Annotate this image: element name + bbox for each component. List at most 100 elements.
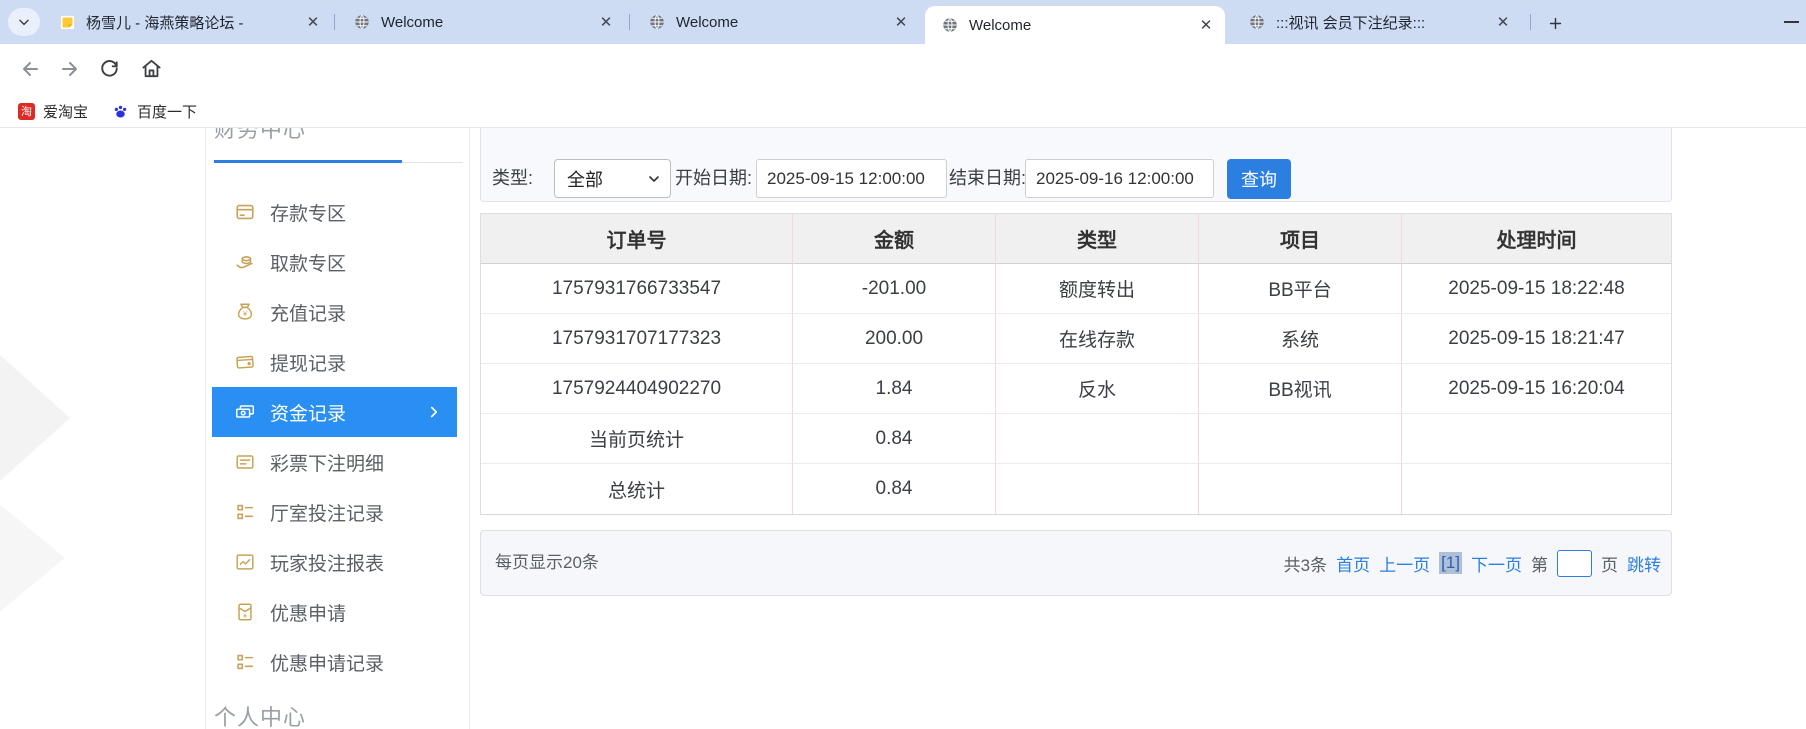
- svg-text:¥: ¥: [243, 613, 247, 620]
- sidebar-item-player-bet-report[interactable]: 玩家投注报表: [212, 537, 457, 587]
- chart-icon: [234, 551, 256, 573]
- search-button[interactable]: 查询: [1227, 159, 1291, 199]
- sidebar-item-promo-apply-record[interactable]: 优惠申请记录: [212, 637, 457, 687]
- sidebar-item-label: 彩票下注明细: [270, 453, 385, 475]
- banknotes-icon: [234, 401, 256, 423]
- tab-close-icon[interactable]: ✕: [1494, 13, 1512, 31]
- cell-project: BB平台: [1199, 264, 1402, 314]
- wallet-icon: [234, 351, 256, 373]
- cell-process-time: 2025-09-15 16:20:04: [1402, 364, 1671, 414]
- sidebar-menu: 存款专区 取款专区 ¥ 充值记录 提现记录 资金记录 彩票下注明细 厅室投注记录…: [212, 187, 457, 687]
- first-page-link[interactable]: 首页: [1336, 551, 1370, 576]
- tab-close-icon[interactable]: ✕: [597, 13, 615, 31]
- ticket-icon: [234, 451, 256, 473]
- sidebar-item-recharge-record[interactable]: ¥ 充值记录: [212, 287, 457, 337]
- hand-coins-icon: [234, 251, 256, 273]
- tab-welcome-1[interactable]: Welcome ✕: [337, 0, 625, 44]
- chevron-down-icon: [16, 14, 32, 30]
- main-panel: 类型: 全部 开始日期: 结束日期: 查询 订单号 金额 类型 项目 处理时间: [480, 128, 1672, 729]
- cell-empty: [1402, 464, 1671, 514]
- filter-bar: 类型: 全部 开始日期: 结束日期: 查询: [480, 128, 1672, 202]
- bookmarks-bar: 淘 爱淘宝 百度一下: [0, 94, 1806, 128]
- sidebar-item-withdrawal-record[interactable]: 提现记录: [212, 337, 457, 387]
- page-content: 财务中心 存款专区 取款专区 ¥ 充值记录 提现记录 资金记录 彩票下注明细 厅…: [0, 128, 1806, 729]
- per-page-label: 每页显示20条: [495, 553, 599, 572]
- tab-search-button[interactable]: [8, 8, 40, 36]
- sidebar-item-label: 优惠申请记录: [270, 653, 385, 675]
- tab-close-icon[interactable]: ✕: [892, 13, 910, 31]
- tab-divider: [629, 14, 630, 30]
- forward-icon[interactable]: [58, 57, 82, 81]
- jump-link[interactable]: 跳转: [1627, 551, 1661, 576]
- sidebar-item-withdraw-zone[interactable]: 取款专区: [212, 237, 457, 287]
- tab-close-icon[interactable]: ✕: [304, 13, 322, 31]
- table-row-total-summary: 总统计 0.84: [481, 464, 1671, 514]
- table-row: 1757931707177323 200.00 在线存款 系统 2025-09-…: [481, 314, 1671, 364]
- cell-amount: 0.84: [793, 414, 996, 464]
- cell-order-no: 1757931707177323: [481, 314, 793, 364]
- bookmark-baidu[interactable]: 百度一下: [106, 98, 203, 124]
- home-icon[interactable]: [140, 57, 164, 81]
- tab-forum[interactable]: 杨雪儿 - 海燕策略论坛 - ✕: [42, 0, 332, 44]
- cell-type: 在线存款: [996, 314, 1199, 364]
- watermark-triangle: [0, 488, 65, 628]
- sidebar-item-label: 厅室投注记录: [270, 503, 385, 525]
- chevron-down-icon: [646, 171, 662, 187]
- cell-process-time: 2025-09-15 18:21:47: [1402, 314, 1671, 364]
- globe-favicon-icon: [941, 16, 959, 34]
- next-page-link[interactable]: 下一页: [1471, 551, 1522, 576]
- money-bag-icon: ¥: [234, 301, 256, 323]
- new-tab-button[interactable]: [1542, 10, 1568, 36]
- minimize-button[interactable]: [1784, 21, 1799, 23]
- page-jump-input[interactable]: [1557, 549, 1592, 577]
- sidebar-item-deposit-zone[interactable]: 存款专区: [212, 187, 457, 237]
- total-count-label: 共3条: [1283, 555, 1328, 575]
- sidebar-item-hall-bet-record[interactable]: 厅室投注记录: [212, 487, 457, 537]
- cell-amount: -201.00: [793, 264, 996, 314]
- sidebar-item-label: 资金记录: [270, 403, 347, 425]
- globe-favicon-icon: [1248, 13, 1266, 31]
- tab-welcome-active[interactable]: Welcome ✕: [925, 6, 1225, 44]
- tab-betting-record[interactable]: :::视讯 会员下注纪录::: ✕: [1232, 0, 1522, 44]
- end-date-input[interactable]: [1025, 159, 1214, 198]
- list-icon: [234, 501, 256, 523]
- baidu-paw-icon: [112, 103, 129, 120]
- document-favicon-icon: [58, 13, 76, 31]
- pagination-bar: 每页显示20条 共3条 首页 上一页 [1] 下一页 第 页 跳转: [480, 530, 1672, 596]
- browser-window: 杨雪儿 - 海燕策略论坛 - ✕ Welcome ✕ Welcome ✕ Wel…: [0, 0, 1806, 729]
- browser-toolbar: js13.cc/hhcp/usercenter.html?iniType=6: [0, 44, 1806, 132]
- prev-page-link[interactable]: 上一页: [1379, 551, 1430, 576]
- active-section-underline: [214, 160, 402, 163]
- sidebar-item-funds-record[interactable]: 资金记录: [212, 387, 457, 437]
- tab-title: Welcome: [381, 13, 444, 31]
- tab-welcome-2[interactable]: Welcome ✕: [632, 0, 920, 44]
- tab-close-icon[interactable]: ✕: [1197, 16, 1215, 34]
- sidebar-item-lottery-bet-detail[interactable]: 彩票下注明细: [212, 437, 457, 487]
- pager: 共3条 首页 上一页 [1] 下一页 第 页 跳转: [1284, 531, 1661, 595]
- col-header-process-time: 处理时间: [1402, 214, 1671, 264]
- tab-title: Welcome: [969, 16, 1032, 34]
- sidebar-item-promo-apply[interactable]: ¥ 优惠申请: [212, 587, 457, 637]
- table-row: 1757924404902270 1.84 反水 BB视讯 2025-09-15…: [481, 364, 1671, 414]
- sidebar-section-finance: 财务中心: [214, 128, 307, 142]
- cell-empty: [996, 464, 1199, 514]
- start-date-input[interactable]: [756, 159, 947, 198]
- cell-empty: [1199, 414, 1402, 464]
- sidebar-item-label: 存款专区: [270, 203, 347, 225]
- cell-amount: 1.84: [793, 364, 996, 414]
- globe-favicon-icon: [353, 13, 371, 31]
- back-icon[interactable]: [18, 57, 42, 81]
- bookmark-aitaobao[interactable]: 淘 爱淘宝: [12, 98, 94, 124]
- sidebar: 财务中心 存款专区 取款专区 ¥ 充值记录 提现记录 资金记录 彩票下注明细 厅…: [205, 128, 470, 729]
- sidebar-item-label: 充值记录: [270, 303, 347, 325]
- table-row: 1757931766733547 -201.00 额度转出 BB平台 2025-…: [481, 264, 1671, 314]
- type-select[interactable]: 全部: [554, 159, 671, 198]
- list-icon: [234, 651, 256, 673]
- reload-icon[interactable]: [98, 57, 122, 81]
- globe-favicon-icon: [648, 13, 666, 31]
- cell-project: 系统: [1199, 314, 1402, 364]
- tab-title: 杨雪儿 - 海燕策略论坛 -: [86, 14, 244, 32]
- col-header-order-no: 订单号: [481, 214, 793, 264]
- cell-summary-label: 总统计: [481, 464, 793, 514]
- page-suffix-label: 页: [1601, 555, 1618, 575]
